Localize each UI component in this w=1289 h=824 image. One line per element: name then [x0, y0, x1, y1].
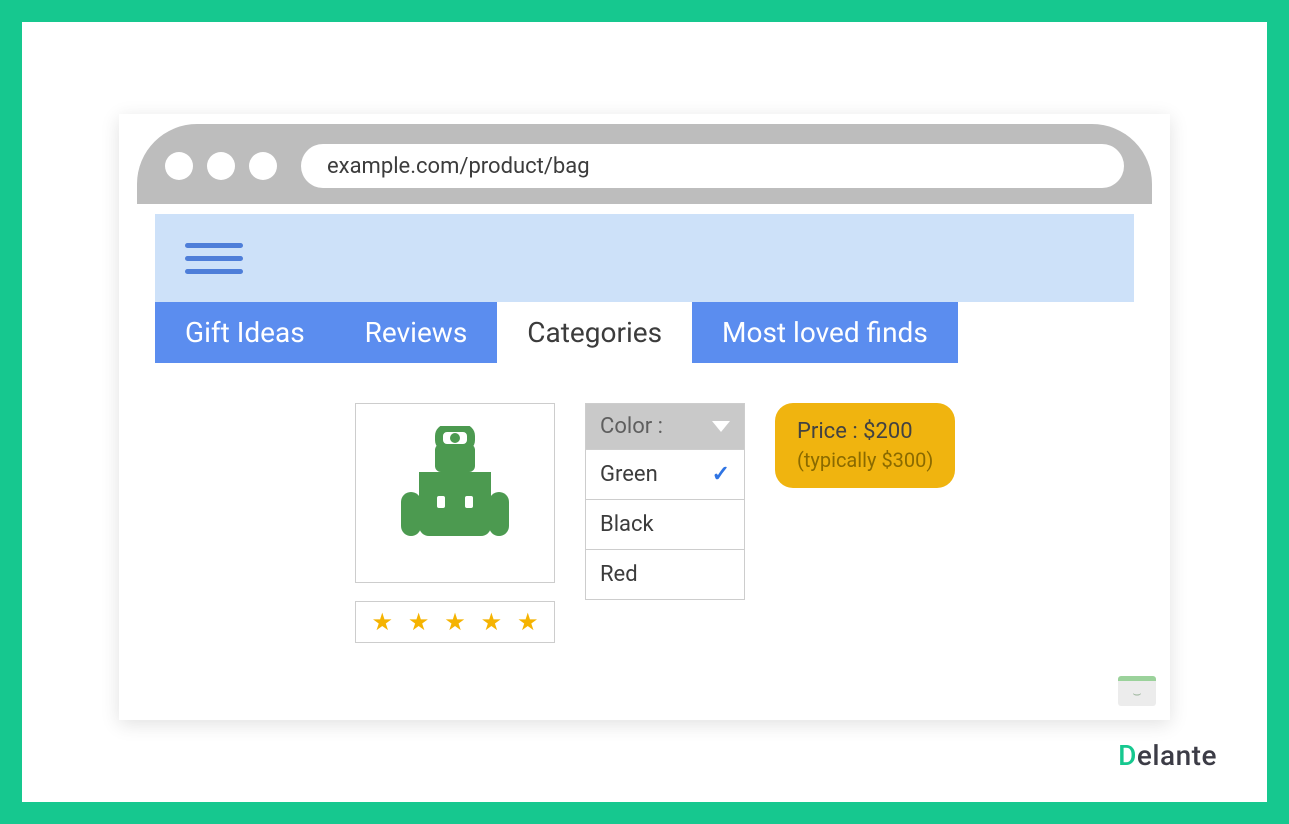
url-text: example.com/product/bag — [327, 154, 590, 179]
brand-text: elante — [1137, 739, 1217, 772]
backpack-icon — [395, 426, 515, 560]
color-option-green[interactable]: Green ✓ — [586, 449, 744, 499]
tab-gift-ideas[interactable]: Gift Ideas — [155, 302, 335, 363]
tab-most-loved-finds[interactable]: Most loved finds — [692, 302, 958, 363]
color-option-label: Black — [600, 512, 654, 537]
color-option-label: Red — [600, 562, 638, 587]
window-control-dot[interactable] — [249, 152, 277, 180]
tab-label: Reviews — [365, 316, 468, 349]
chevron-down-icon — [712, 421, 730, 432]
product-row: ★ ★ ★ ★ ★ Color : Green — [155, 403, 1134, 643]
price-label: Price : $200 — [797, 417, 933, 447]
window-control-dot[interactable] — [165, 152, 193, 180]
color-select-header[interactable]: Color : — [586, 404, 744, 449]
color-option-black[interactable]: Black — [586, 499, 744, 549]
price-typical: (typically $300) — [797, 447, 933, 474]
browser-window: example.com/product/bag Gift Ideas Revie… — [119, 114, 1170, 720]
tab-label: Gift Ideas — [185, 316, 305, 349]
star-icon: ★ — [481, 608, 503, 636]
nav-tabs: Gift Ideas Reviews Categories Most loved… — [155, 302, 1134, 363]
browser-chrome: example.com/product/bag — [137, 124, 1152, 204]
price-badge: Price : $200 (typically $300) — [775, 403, 955, 488]
url-bar[interactable]: example.com/product/bag — [301, 144, 1124, 188]
inner-canvas: example.com/product/bag Gift Ideas Revie… — [44, 44, 1245, 780]
hamburger-menu-icon[interactable] — [185, 243, 243, 274]
product-image-column: ★ ★ ★ ★ ★ — [355, 403, 555, 643]
color-option-label: Green — [600, 462, 658, 487]
star-icon: ★ — [444, 608, 466, 636]
tab-categories[interactable]: Categories — [497, 302, 692, 363]
plugin-badge-icon: ⌣ — [1118, 676, 1156, 706]
check-icon: ✓ — [712, 462, 730, 487]
color-option-red[interactable]: Red — [586, 549, 744, 599]
star-rating: ★ ★ ★ ★ ★ — [355, 601, 555, 643]
tab-label: Most loved finds — [722, 316, 928, 349]
color-select[interactable]: Color : Green ✓ Black Red — [585, 403, 745, 600]
star-icon: ★ — [517, 608, 539, 636]
window-control-dot[interactable] — [207, 152, 235, 180]
page-content: Gift Ideas Reviews Categories Most loved… — [155, 214, 1134, 643]
star-icon: ★ — [408, 608, 430, 636]
outer-frame: example.com/product/bag Gift Ideas Revie… — [0, 0, 1289, 824]
star-icon: ★ — [371, 608, 393, 636]
brand-logo: Delante — [1118, 739, 1217, 772]
tab-label: Categories — [527, 316, 662, 349]
color-label: Color : — [600, 414, 663, 439]
page-header — [155, 214, 1134, 302]
product-image — [355, 403, 555, 583]
tab-reviews[interactable]: Reviews — [335, 302, 498, 363]
